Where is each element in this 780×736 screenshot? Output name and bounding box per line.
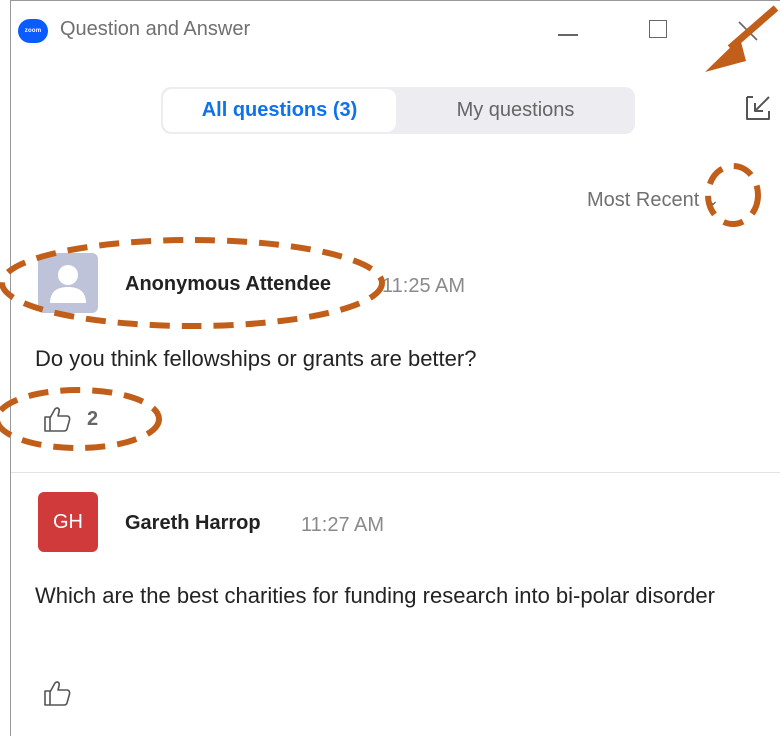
close-icon[interactable]: [733, 16, 763, 46]
question-author: Gareth Harrop: [125, 512, 261, 534]
like-button[interactable]: 2: [41, 403, 98, 435]
user-silhouette-icon: [50, 265, 86, 303]
question-text: Do you think fellowships or grants are b…: [35, 346, 477, 371]
sort-label: Most Recent: [587, 188, 700, 211]
question-time: 11:27 AM: [301, 514, 385, 536]
avatar: GH: [38, 492, 98, 552]
like-count: 2: [87, 407, 99, 430]
maximize-icon[interactable]: [643, 16, 673, 46]
title-bar: zoom Question and Answer: [11, 1, 780, 61]
tab-my-questions[interactable]: My questions: [398, 89, 633, 132]
popout-icon[interactable]: [739, 91, 775, 127]
question-tabs: All questions (3) My questions: [161, 87, 635, 134]
avatar: [38, 253, 98, 313]
sort-dropdown[interactable]: Most Recent ⌄: [587, 185, 719, 215]
chevron-down-icon: ⌄: [707, 191, 719, 208]
divider: [11, 472, 780, 473]
question-author: Anonymous Attendee: [125, 273, 331, 295]
avatar-initials: GH: [53, 510, 83, 533]
like-button[interactable]: [41, 677, 73, 709]
question-text: Which are the best charities for funding…: [35, 583, 715, 608]
thumbs-up-icon: [44, 681, 71, 706]
thumbs-up-icon: [44, 407, 71, 432]
logo-text: zoom: [24, 28, 42, 34]
zoom-logo: zoom: [18, 19, 48, 43]
window-title: Question and Answer: [60, 18, 251, 40]
question-time: 11:25 AM: [382, 275, 466, 297]
tab-all-questions[interactable]: All questions (3): [163, 89, 396, 132]
minimize-icon[interactable]: [553, 16, 583, 46]
qa-window: zoom Question and Answer All questions (…: [10, 0, 780, 736]
